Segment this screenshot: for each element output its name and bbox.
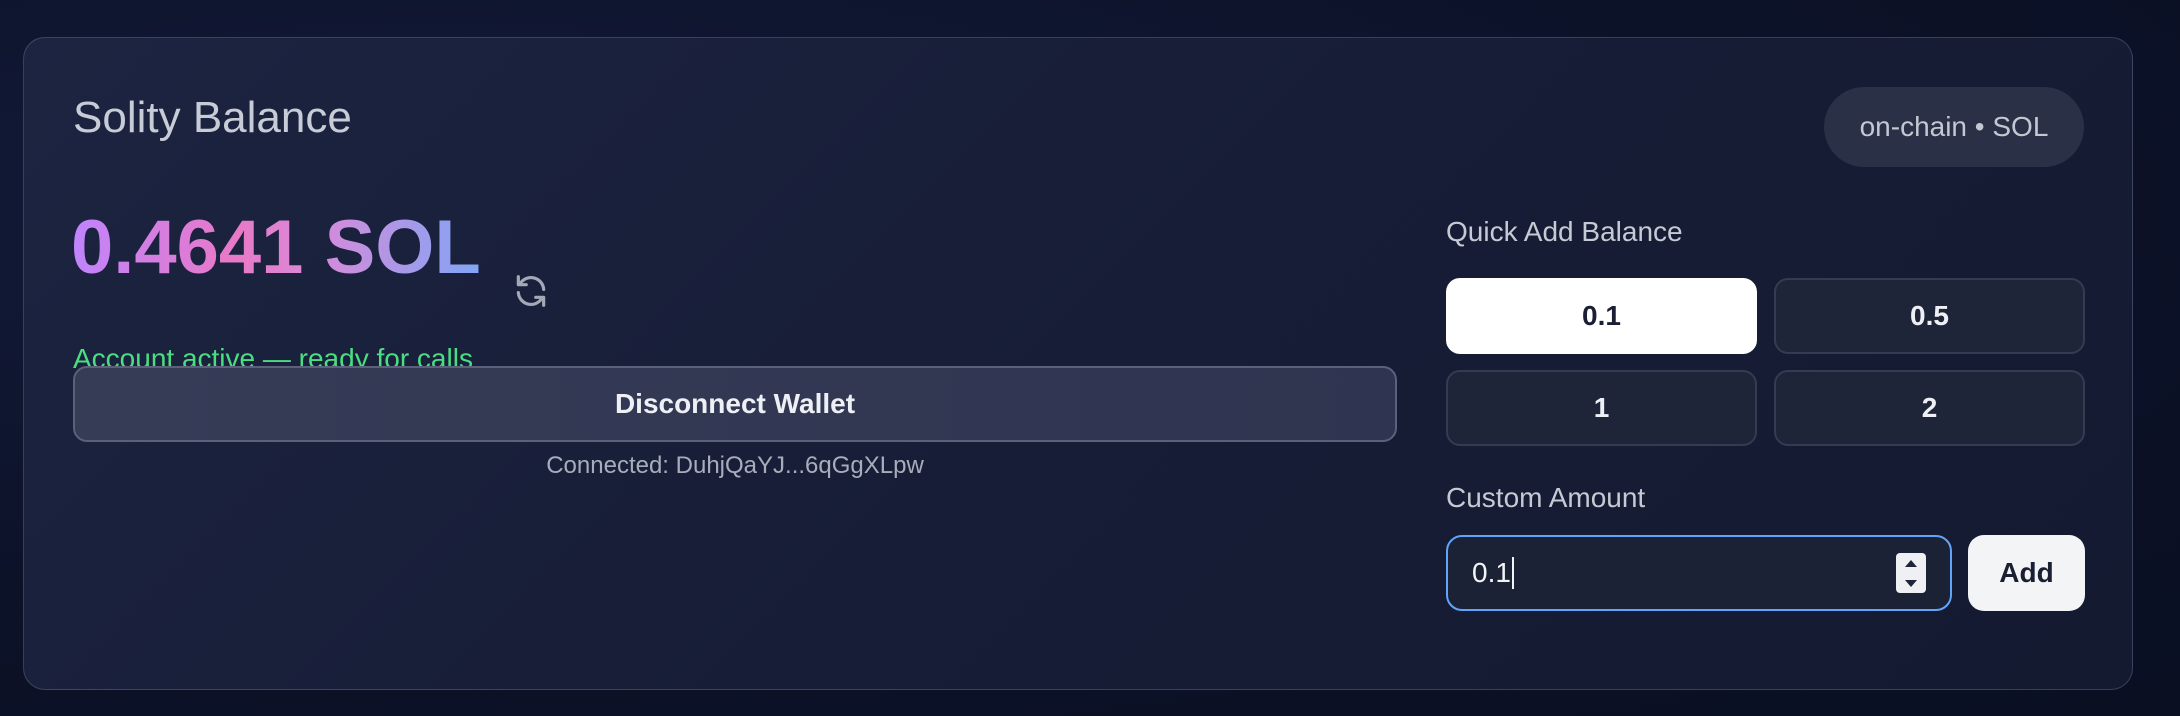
balance-card: Solity Balance on-chain • SOL 0.4641 SOL… bbox=[23, 37, 2133, 690]
custom-amount-label: Custom Amount bbox=[1446, 482, 1646, 513]
card-title: Solity Balance bbox=[73, 93, 352, 142]
quick-add-1-button[interactable]: 1 bbox=[1446, 370, 1757, 446]
quick-add-0-5-button[interactable]: 0.5 bbox=[1774, 278, 2085, 354]
stepper-down-icon[interactable] bbox=[1905, 579, 1917, 587]
text-caret bbox=[1511, 557, 1514, 589]
quick-add-2-button[interactable]: 2 bbox=[1774, 370, 2085, 446]
balance-amount: 0.4641 SOL bbox=[71, 205, 481, 290]
amount-stepper[interactable] bbox=[1896, 553, 1926, 593]
quick-add-0-1-button[interactable]: 0.1 bbox=[1446, 278, 1757, 354]
network-badge: on-chain • SOL bbox=[1824, 87, 2084, 167]
refresh-icon[interactable] bbox=[512, 272, 550, 310]
connected-address: Connected: DuhjQaYJ...6qGgXLpw bbox=[546, 452, 924, 479]
custom-amount-input[interactable]: 0.1 bbox=[1448, 537, 1950, 609]
custom-amount-value: 0.1 bbox=[1472, 557, 1511, 588]
stepper-up-icon[interactable] bbox=[1905, 559, 1917, 567]
quick-add-label: Quick Add Balance bbox=[1446, 216, 1683, 247]
custom-amount-field[interactable]: 0.1 bbox=[1446, 535, 1952, 611]
add-button[interactable]: Add bbox=[1968, 535, 2085, 611]
disconnect-wallet-button[interactable]: Disconnect Wallet bbox=[73, 366, 1397, 442]
